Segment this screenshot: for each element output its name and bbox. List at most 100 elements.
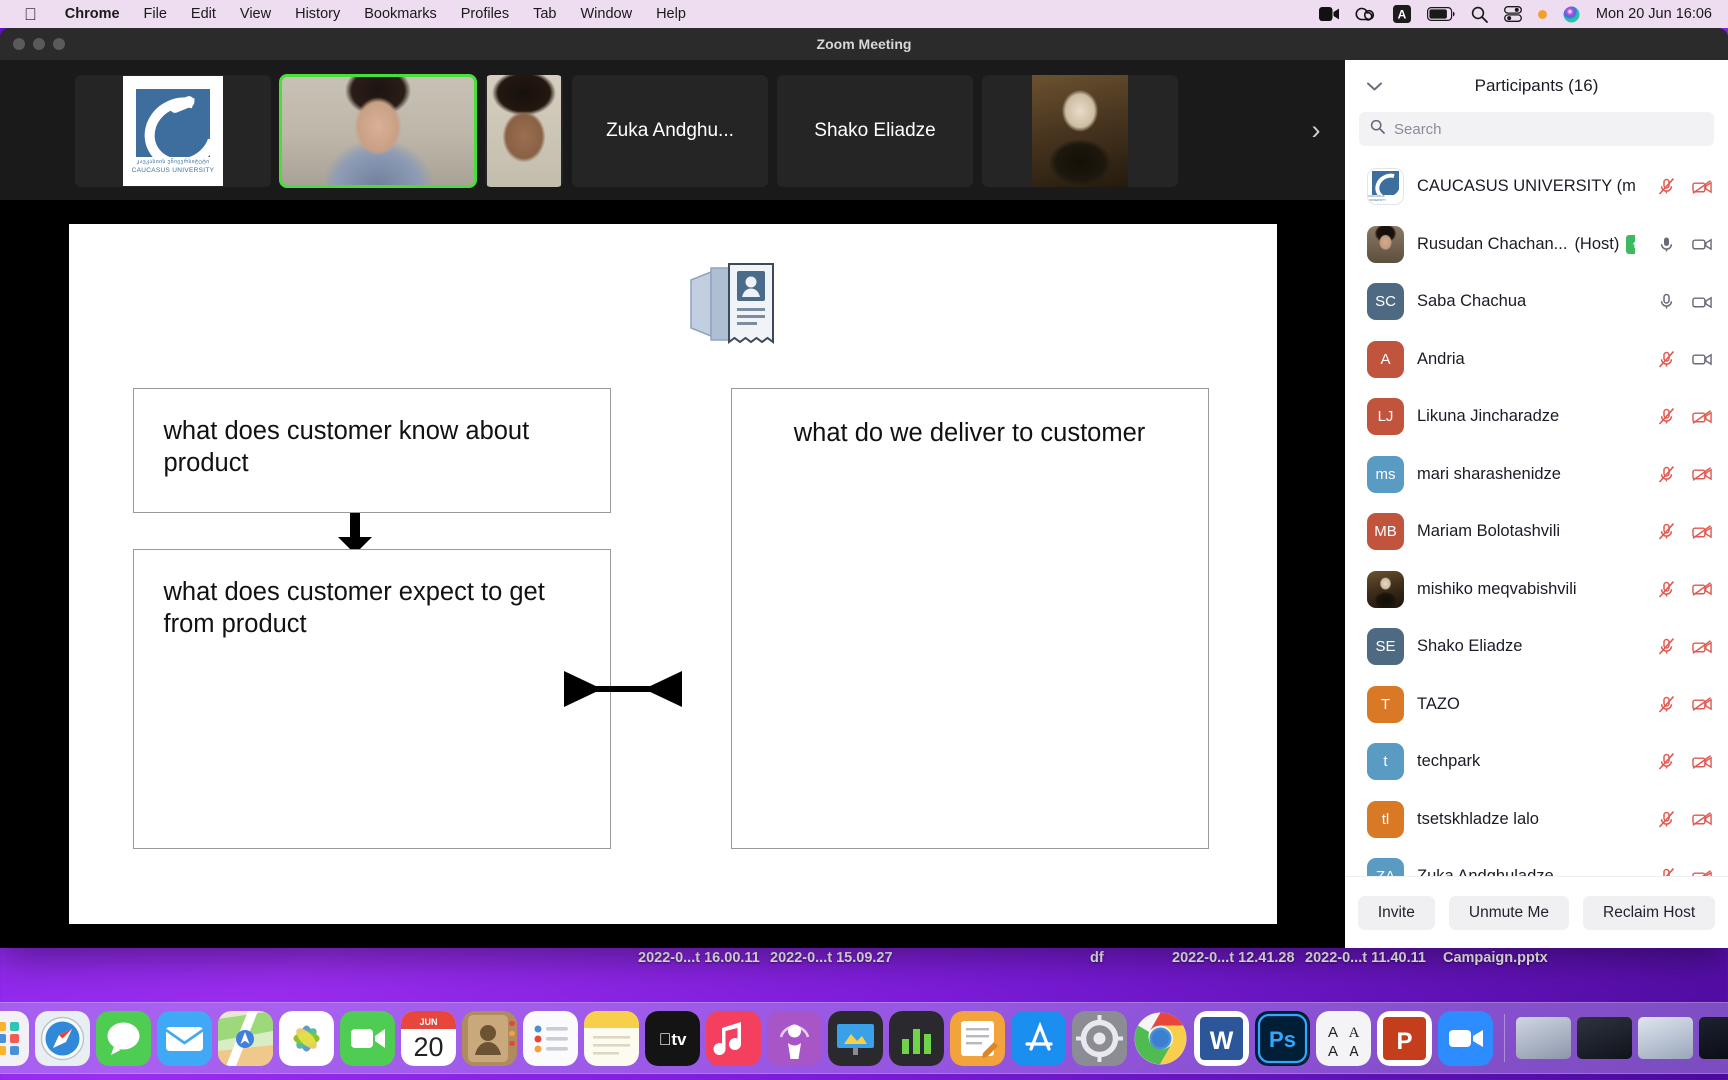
- appletv-icon[interactable]: tv: [645, 1010, 700, 1066]
- contacts-icon[interactable]: [462, 1010, 517, 1066]
- thumbnail-video-participant[interactable]: [485, 75, 563, 187]
- mic-muted-icon[interactable]: [1656, 407, 1676, 427]
- pages-icon[interactable]: [950, 1010, 1005, 1066]
- appstore-icon[interactable]: [1011, 1010, 1066, 1066]
- minimized-window-3[interactable]: [1638, 1017, 1693, 1059]
- thumbnail-zuka-andghuladze[interactable]: Zuka Andghu...: [572, 75, 768, 187]
- participant-row-rusudan-chachanidze[interactable]: Rusudan Chachan... (Host): [1345, 216, 1728, 274]
- minimized-window-2[interactable]: [1577, 1017, 1632, 1059]
- mic-muted-icon[interactable]: [1656, 809, 1676, 829]
- music-icon[interactable]: [706, 1010, 761, 1066]
- mic-muted-icon[interactable]: [1656, 867, 1676, 876]
- video-off-icon[interactable]: [1692, 637, 1712, 657]
- zoom-icon[interactable]: [1438, 1010, 1493, 1066]
- participant-row-shako-eliadze[interactable]: SE Shako Eliadze: [1345, 618, 1728, 676]
- menu-edit[interactable]: Edit: [179, 6, 228, 22]
- participants-search-box[interactable]: [1359, 112, 1714, 146]
- calendar-icon[interactable]: JUN 20: [401, 1010, 456, 1066]
- powerpoint-icon[interactable]: P: [1377, 1010, 1432, 1066]
- mic-muted-icon[interactable]: [1656, 579, 1676, 599]
- notes-icon[interactable]: [584, 1010, 639, 1066]
- participant-row-mishiko-meqvabishvili[interactable]: mishiko meqvabishvili: [1345, 561, 1728, 619]
- chrome-icon[interactable]: [1133, 1011, 1188, 1066]
- video-off-icon[interactable]: [1692, 694, 1712, 714]
- participant-row-likuna-jincharadze[interactable]: LJ Likuna Jincharadze: [1345, 388, 1728, 446]
- launchpad-icon[interactable]: [0, 1010, 29, 1066]
- menu-help[interactable]: Help: [644, 6, 698, 22]
- numbers-icon[interactable]: [889, 1010, 944, 1066]
- desktop-file-label[interactable]: 2022-0...t 16.00.11: [638, 950, 760, 966]
- video-off-icon[interactable]: [1692, 407, 1712, 427]
- video-off-icon[interactable]: [1692, 464, 1712, 484]
- zoom-video-icon[interactable]: [1318, 7, 1339, 21]
- control-center-icon[interactable]: [1503, 6, 1522, 22]
- menu-view[interactable]: View: [228, 6, 283, 22]
- thumbnail-caucasus-university[interactable]: კავკასიის უნივერსიტეტი CAUCASUS UNIVERSI…: [75, 75, 271, 187]
- battery-icon[interactable]: [1426, 7, 1455, 21]
- mic-muted-icon[interactable]: [1656, 177, 1676, 197]
- menu-window[interactable]: Window: [569, 6, 645, 22]
- video-off-icon[interactable]: [1692, 177, 1712, 197]
- menu-file[interactable]: File: [132, 6, 179, 22]
- word-icon[interactable]: W: [1194, 1010, 1249, 1066]
- chevron-down-icon[interactable]: [1361, 73, 1387, 99]
- video-off-icon[interactable]: [1692, 867, 1712, 876]
- messages-icon[interactable]: [96, 1010, 151, 1066]
- system-preferences-icon[interactable]: [1072, 1010, 1127, 1066]
- safari-icon[interactable]: [35, 1010, 90, 1066]
- thumbnail-portrait-participant[interactable]: [982, 75, 1178, 187]
- participant-row-caucasus-university[interactable]: CAUCASUS UNIVERSITY CAUCASUS UNIVERSITY …: [1345, 158, 1728, 216]
- menu-bar-clock[interactable]: Mon 20 Jun 16:06: [1596, 6, 1712, 22]
- mic-on-icon[interactable]: [1656, 234, 1676, 254]
- menu-app-name[interactable]: Chrome: [53, 6, 132, 22]
- chevron-right-icon[interactable]: ›: [1299, 110, 1333, 150]
- minimized-window-4[interactable]: [1699, 1017, 1728, 1059]
- desktop-file-label[interactable]: df: [1090, 950, 1104, 966]
- unmute-me-button[interactable]: Unmute Me: [1448, 895, 1569, 930]
- participant-row-mariam-bolotashvili[interactable]: MB Mariam Bolotashvili: [1345, 503, 1728, 561]
- spotlight-search-icon[interactable]: [1471, 6, 1488, 23]
- desktop-file-label[interactable]: 2022-0...t 12.41.28: [1172, 950, 1295, 966]
- video-off-icon[interactable]: [1692, 579, 1712, 599]
- minimize-window-button[interactable]: [33, 38, 45, 50]
- video-on-icon[interactable]: [1692, 292, 1712, 312]
- grammarly-icon[interactable]: A: [1392, 5, 1411, 23]
- participant-row-techpark[interactable]: t techpark: [1345, 733, 1728, 791]
- mic-muted-icon[interactable]: [1656, 752, 1676, 772]
- video-off-icon[interactable]: [1692, 809, 1712, 829]
- mail-icon[interactable]: [157, 1010, 212, 1066]
- close-window-button[interactable]: [13, 38, 25, 50]
- invite-button[interactable]: Invite: [1357, 895, 1435, 930]
- apple-icon[interactable]: : [24, 6, 37, 23]
- menu-profiles[interactable]: Profiles: [449, 6, 521, 22]
- minimized-window-1[interactable]: [1516, 1017, 1571, 1059]
- reminders-icon[interactable]: [523, 1010, 578, 1066]
- mic-muted-icon[interactable]: [1656, 464, 1676, 484]
- thumbnail-active-speaker[interactable]: [279, 74, 477, 188]
- menu-history[interactable]: History: [283, 6, 352, 22]
- creative-cloud-icon[interactable]: [1355, 6, 1377, 22]
- font-book-icon[interactable]: AAAA: [1316, 1010, 1371, 1066]
- facetime-icon[interactable]: [340, 1010, 395, 1066]
- podcasts-icon[interactable]: [767, 1010, 822, 1066]
- participant-row-saba-chachua[interactable]: SC Saba Chachua: [1345, 273, 1728, 331]
- video-on-icon[interactable]: [1692, 234, 1712, 254]
- participants-list[interactable]: CAUCASUS UNIVERSITY CAUCASUS UNIVERSITY …: [1345, 154, 1728, 876]
- video-off-icon[interactable]: [1692, 752, 1712, 772]
- participant-row-zuka-andghuladze[interactable]: ZA Zuka Andghuladze: [1345, 848, 1728, 876]
- menu-tab[interactable]: Tab: [521, 6, 568, 22]
- search-input[interactable]: [1394, 120, 1703, 138]
- video-on-icon[interactable]: [1692, 349, 1712, 369]
- siri-icon[interactable]: [1563, 6, 1580, 23]
- mic-muted-icon[interactable]: [1656, 637, 1676, 657]
- video-off-icon[interactable]: [1692, 522, 1712, 542]
- maximize-window-button[interactable]: [53, 38, 65, 50]
- desktop-file-label[interactable]: 2022-0...t 11.40.11: [1305, 950, 1426, 966]
- desktop-file-label[interactable]: 2022-0...t 15.09.27: [770, 950, 893, 966]
- photos-icon[interactable]: [279, 1010, 334, 1066]
- desktop-file-label[interactable]: Campaign.pptx: [1443, 950, 1548, 966]
- maps-icon[interactable]: [218, 1010, 273, 1066]
- mic-muted-icon[interactable]: [1656, 522, 1676, 542]
- thumbnail-shako-eliadze[interactable]: Shako Eliadze: [777, 75, 973, 187]
- participant-row-andria[interactable]: A Andria: [1345, 331, 1728, 389]
